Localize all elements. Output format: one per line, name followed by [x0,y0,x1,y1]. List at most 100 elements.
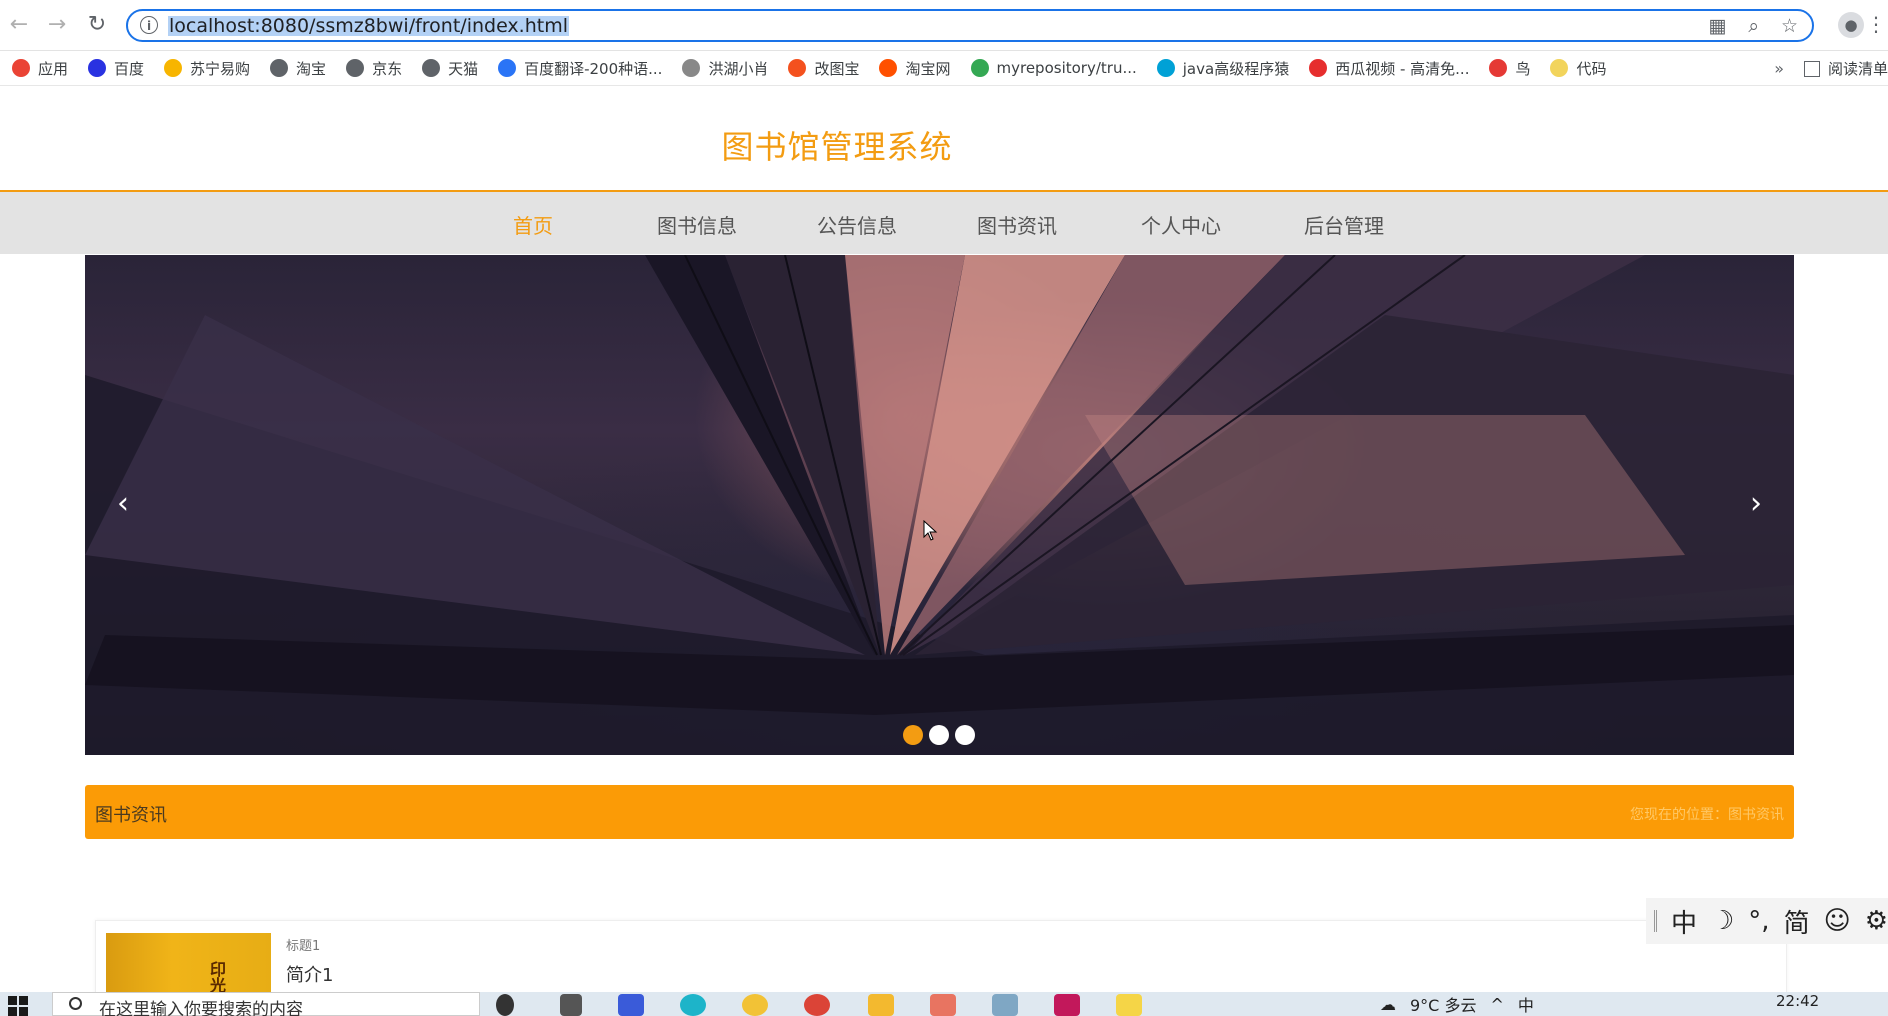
reading-list-button[interactable]: 阅读清单 [1795,58,1888,79]
bookmark-label: 天猫 [448,59,479,78]
ime-moon-icon[interactable]: ☽ [1711,906,1734,936]
bookmark-label: 应用 [38,59,69,78]
forward-arrow-icon[interactable]: → [44,12,70,38]
bookmark-label: 淘宝网 [905,59,951,78]
carousel-dot[interactable] [929,725,949,745]
image-tool-icon [788,59,807,77]
bookmark-label: 百度翻译-200种语... [524,59,663,78]
globe-icon [270,59,289,77]
weather-text[interactable]: 9°C 多云 [1410,992,1476,1016]
chrome-icon[interactable] [742,994,768,1016]
nav-book-news[interactable]: 图书资讯 [977,210,1057,239]
section-header-bar: 图书资讯 您现在的位置：图书资讯 [85,785,1794,839]
ime-settings-icon[interactable]: ⚙ [1865,906,1888,936]
bookmark-item[interactable]: 百度翻译-200种语... [498,58,662,79]
ime-drag-handle[interactable] [1654,910,1657,932]
translate-icon [498,59,517,77]
address-bar[interactable]: i localhost:8080/ssmz8bwi/front/index.ht… [126,9,1814,42]
bookmark-item[interactable]: 淘宝 [270,58,326,79]
ime-emoji-icon[interactable]: ☺ [1824,906,1851,936]
windows-start-icon[interactable] [8,996,28,1016]
bookmark-item[interactable]: 苏宁易购 [164,58,250,79]
browser-menu-icon[interactable]: ⋮ [1866,12,1886,36]
nav-book-info[interactable]: 图书信息 [657,210,737,239]
mouse-cursor-icon [923,520,938,541]
bookmark-label: 代码 [1576,59,1607,78]
nav-admin[interactable]: 后台管理 [1304,210,1384,239]
bookmark-item[interactable]: 应用 [12,58,68,79]
taskbar-search-input[interactable]: 在这里输入你要搜索的内容 [52,992,480,1016]
bookmark-item[interactable]: 淘宝网 [879,58,951,79]
ime-punctuation-icon[interactable]: °, [1748,906,1769,936]
taskbar-clock[interactable]: 22:42 [1776,992,1819,1010]
nav-home[interactable]: 首页 [513,210,553,239]
taskbar-search-placeholder: 在这里输入你要搜索的内容 [99,1000,303,1016]
profile-avatar-icon[interactable]: ● [1838,12,1864,38]
address-url[interactable]: localhost:8080/ssmz8bwi/front/index.html [168,16,569,36]
xigua-icon [1309,59,1328,77]
intellij-icon[interactable] [1054,994,1080,1016]
bookmark-label: 鸟 [1515,59,1531,78]
tray-expand-icon[interactable]: ^ [1490,995,1503,1014]
search-icon [69,997,82,1010]
bookmark-label: 苏宁易购 [190,59,251,78]
weather-icon[interactable]: ☁ [1380,995,1396,1014]
cortana-icon[interactable] [496,994,514,1016]
notepad-icon[interactable] [992,994,1018,1016]
apps-grid-icon [12,59,30,77]
ime-chinese-mode[interactable]: 中 [1671,903,1697,940]
bookmark-item[interactable]: 鸟 [1489,58,1530,79]
hero-carousel[interactable]: ‹ › [85,255,1794,755]
edge-browser-icon[interactable] [680,994,706,1016]
baidu-icon [88,59,107,77]
nav-personal-center[interactable]: 个人中心 [1141,210,1221,239]
back-arrow-icon[interactable]: ← [6,12,32,38]
bilibili-icon [1156,59,1175,77]
bookmark-item[interactable]: 洪湖小肖 [682,58,768,79]
bookmark-label: 百度 [114,59,145,78]
input-language-indicator[interactable]: 中 [1518,992,1534,1016]
bookmark-item[interactable]: 京东 [346,58,402,79]
bookmark-item[interactable]: 代码 [1550,58,1607,79]
qr-code-icon[interactable]: ▦ [1708,15,1726,37]
bookmarks-overflow-icon[interactable]: » [1774,59,1784,78]
bookmark-item[interactable]: java高级程序猿 [1156,58,1290,79]
bookmark-item[interactable]: myrepository/tru... [970,59,1137,77]
bookmark-label: java高级程序猿 [1182,59,1290,78]
ime-toolbar: 中 ☽ °, 简 ☺ ⚙ [1646,898,1888,944]
carousel-dot[interactable] [955,725,975,745]
section-title: 图书资讯 [95,805,167,826]
zoom-icon[interactable]: ⌕ [1748,15,1759,37]
bookmark-item[interactable]: 百度 [88,58,144,79]
bird-icon [1489,59,1508,77]
folder-icon[interactable] [1116,994,1142,1016]
news-title[interactable]: 标题1 [286,935,320,954]
bookmark-item[interactable]: 改图宝 [788,58,859,79]
carousel-next-icon[interactable]: › [1736,483,1776,523]
taobao-icon [879,59,898,77]
file-explorer-icon[interactable] [868,994,894,1016]
paint-app-icon[interactable] [930,994,956,1016]
bookmark-item[interactable]: 天猫 [422,58,478,79]
chrome-active-icon[interactable] [804,994,830,1016]
bookmark-label: 改图宝 [814,59,860,78]
bookmark-item[interactable]: 西瓜视频 - 高清免... [1309,58,1469,79]
carousel-prev-icon[interactable]: ‹ [103,483,143,523]
bookmark-star-icon[interactable]: ☆ [1781,15,1798,37]
carousel-image-open-book [85,255,1794,755]
site-info-icon[interactable]: i [140,16,158,34]
carousel-dot[interactable] [903,725,923,745]
globe-icon [422,59,441,77]
site-title: 图书馆管理系统 [721,128,953,166]
reload-icon[interactable]: ↻ [84,12,110,38]
globe-icon [346,59,365,77]
nav-announcements[interactable]: 公告信息 [817,210,897,239]
site-header: 图书馆管理系统 [0,86,1888,190]
bookmark-label: 淘宝 [296,59,327,78]
taskbar-app-icon[interactable] [618,994,644,1016]
ime-simplified-mode[interactable]: 简 [1784,903,1810,940]
task-view-icon[interactable] [560,994,582,1016]
suning-icon [164,59,183,77]
main-navigation: 首页 图书信息 公告信息 图书资讯 个人中心 后台管理 [0,190,1888,254]
feather-icon [682,59,701,77]
